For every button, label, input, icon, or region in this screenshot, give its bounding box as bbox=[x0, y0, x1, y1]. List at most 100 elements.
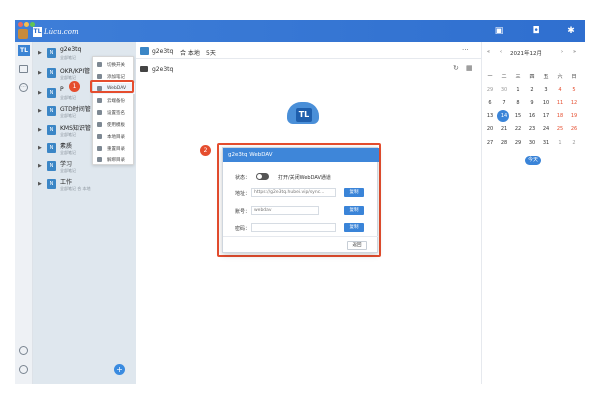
next-month-icon[interactable]: › bbox=[561, 49, 563, 55]
calendar-day[interactable]: 25 bbox=[554, 126, 566, 132]
calendar-day[interactable]: 8 bbox=[512, 100, 524, 106]
note-icon[interactable]: ▣ bbox=[493, 26, 505, 36]
breadcrumb[interactable]: g2e3tq bbox=[152, 66, 173, 73]
menu-item[interactable]: 解绑目录 bbox=[93, 154, 135, 165]
toolbar-notebook[interactable]: g2e3tq bbox=[152, 48, 173, 55]
template-icon bbox=[97, 122, 102, 127]
expand-arrow-icon[interactable]: ▶ bbox=[38, 50, 42, 56]
menu-item[interactable]: 设置签名 bbox=[93, 107, 135, 118]
prev-year-icon[interactable]: « bbox=[487, 49, 490, 55]
calendar-day[interactable]: 24 bbox=[540, 126, 552, 132]
shield-icon[interactable]: ◘ bbox=[530, 26, 542, 36]
dialog-title: g2e3tq WebDAV bbox=[223, 148, 379, 162]
calendar-day[interactable]: 6 bbox=[484, 100, 496, 106]
refresh-icon[interactable]: ↻ bbox=[453, 64, 459, 72]
tree-item[interactable]: ▶ N 工作 全部笔记 合 本地 bbox=[33, 175, 136, 199]
expand-arrow-icon[interactable]: ▶ bbox=[38, 181, 42, 187]
calendar-day[interactable]: 19 bbox=[568, 113, 580, 119]
password-field[interactable] bbox=[251, 223, 336, 232]
calendar-day[interactable]: 21 bbox=[498, 126, 510, 132]
tree-item-sub: 全部笔记 bbox=[60, 95, 76, 100]
calendar-day[interactable]: 30 bbox=[526, 140, 538, 146]
inbox-icon[interactable] bbox=[19, 65, 28, 73]
expand-arrow-icon[interactable]: ▶ bbox=[38, 108, 42, 114]
tree-item-sub: 全部笔记 bbox=[60, 168, 76, 173]
more-icon[interactable]: ··· bbox=[462, 46, 469, 54]
tree-item-title: 工作 bbox=[60, 179, 73, 186]
calendar-day-selected[interactable]: 14 bbox=[498, 113, 510, 119]
menu-item[interactable]: 重置目录 bbox=[93, 143, 135, 154]
expand-arrow-icon[interactable]: ▶ bbox=[38, 145, 42, 151]
add-notebook-button[interactable]: + bbox=[114, 364, 125, 375]
calendar-day[interactable]: 1 bbox=[512, 87, 524, 93]
calendar-day[interactable]: 27 bbox=[484, 140, 496, 146]
calendar-day[interactable]: 28 bbox=[498, 140, 510, 146]
menu-item[interactable]: 本地目录 bbox=[93, 131, 135, 142]
calendar-day[interactable]: 22 bbox=[512, 126, 524, 132]
calendar-day[interactable]: 3 bbox=[540, 87, 552, 93]
minimize-dot[interactable] bbox=[24, 22, 29, 27]
calendar-day[interactable]: 2 bbox=[568, 140, 580, 146]
copy-address-button[interactable]: 复制 bbox=[344, 188, 364, 197]
calendar-week: 13 14 15 16 17 18 19 bbox=[484, 113, 582, 125]
expand-arrow-icon[interactable]: ▶ bbox=[38, 127, 42, 133]
today-button[interactable]: 今天 bbox=[525, 156, 541, 165]
menu-item[interactable]: 切换开关 bbox=[93, 59, 135, 70]
calendar-day[interactable]: 17 bbox=[540, 113, 552, 119]
calendar-day[interactable]: 4 bbox=[554, 87, 566, 93]
weekday: 一 bbox=[487, 74, 493, 80]
calendar-day[interactable]: 30 bbox=[498, 87, 510, 93]
calendar-day[interactable]: 11 bbox=[554, 100, 566, 106]
calendar-day[interactable]: 10 bbox=[540, 100, 552, 106]
copy-account-button[interactable]: 复制 bbox=[344, 206, 364, 215]
grid-icon[interactable]: ▦ bbox=[466, 64, 473, 72]
expand-arrow-icon[interactable]: ▶ bbox=[38, 90, 42, 96]
webdav-toggle[interactable] bbox=[256, 173, 269, 180]
calendar-day[interactable]: 9 bbox=[526, 100, 538, 106]
menu-item-label: 设置签名 bbox=[107, 111, 125, 116]
switch-icon bbox=[97, 62, 102, 67]
notebook-icon bbox=[140, 47, 149, 55]
next-year-icon[interactable]: » bbox=[573, 49, 576, 55]
toolbar-location[interactable]: 合 本地 bbox=[180, 48, 200, 57]
expand-arrow-icon[interactable]: ▶ bbox=[38, 70, 42, 76]
dots-icon[interactable]: ··· bbox=[19, 83, 28, 92]
expand-arrow-icon[interactable]: ▶ bbox=[38, 163, 42, 169]
calendar-day[interactable]: 7 bbox=[498, 100, 510, 106]
calendar-day[interactable]: 5 bbox=[568, 87, 580, 93]
address-field[interactable]: https://g2e3tq.hubei.vip/sync... bbox=[251, 188, 336, 197]
calendar-day[interactable]: 29 bbox=[512, 140, 524, 146]
back-button[interactable]: 返回 bbox=[347, 241, 367, 250]
calendar-day[interactable]: 2 bbox=[526, 87, 538, 93]
menu-item-label: 重置目录 bbox=[107, 147, 125, 152]
calendar-day[interactable]: 23 bbox=[526, 126, 538, 132]
calendar-day[interactable]: 29 bbox=[484, 87, 496, 93]
avatar[interactable] bbox=[18, 29, 28, 39]
copy-password-button[interactable]: 复制 bbox=[344, 223, 364, 232]
close-dot[interactable] bbox=[18, 22, 23, 27]
calendar-day[interactable]: 12 bbox=[568, 100, 580, 106]
calendar-day[interactable]: 18 bbox=[554, 113, 566, 119]
webdav-dialog: g2e3tq WebDAV 状态： 打开/关闭WebDAV通道 地址： http… bbox=[222, 147, 379, 253]
account-field[interactable]: webdav bbox=[251, 206, 319, 215]
weekday: 五 bbox=[543, 74, 549, 80]
calendar-day[interactable]: 26 bbox=[568, 126, 580, 132]
prev-month-icon[interactable]: ‹ bbox=[500, 49, 502, 55]
settings-icon[interactable] bbox=[19, 365, 28, 374]
calendar-day[interactable]: 13 bbox=[484, 113, 496, 119]
weekday: 四 bbox=[529, 74, 535, 80]
toolbar-days[interactable]: 5天 bbox=[206, 48, 216, 57]
calendar-day[interactable]: 15 bbox=[512, 113, 524, 119]
menu-item[interactable]: 云端备份 bbox=[93, 95, 135, 106]
sync-icon[interactable] bbox=[19, 346, 28, 355]
calendar-day[interactable]: 16 bbox=[526, 113, 538, 119]
menu-item[interactable]: 使用模板 bbox=[93, 119, 135, 130]
notebook-icon: N bbox=[47, 88, 56, 98]
pi-logo-icon[interactable]: TL bbox=[18, 45, 30, 56]
calendar-day[interactable]: 31 bbox=[540, 140, 552, 146]
bug-icon[interactable]: ✱ bbox=[565, 26, 577, 36]
calendar-day[interactable]: 1 bbox=[554, 140, 566, 146]
tree-item-title: GTD时间管 bbox=[60, 106, 91, 113]
calendar-day[interactable]: 20 bbox=[484, 126, 496, 132]
reset-icon bbox=[97, 146, 102, 151]
